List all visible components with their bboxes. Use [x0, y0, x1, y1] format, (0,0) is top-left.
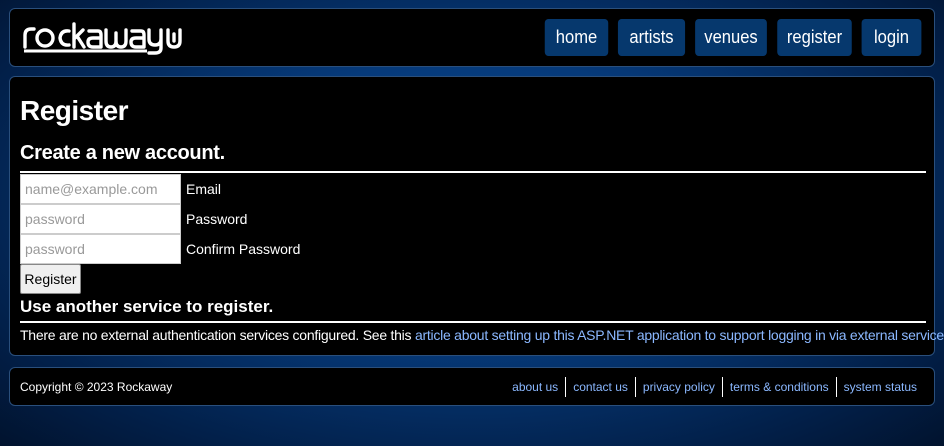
- footer-link-contact[interactable]: contact us: [565, 377, 635, 397]
- external-services-note: There are no external authentication ser…: [20, 327, 944, 343]
- footer-link-status[interactable]: system status: [835, 377, 924, 397]
- password-field[interactable]: [20, 204, 181, 234]
- external-services-article-link[interactable]: article about setting up this ASP.NET ap…: [415, 327, 944, 343]
- footer-link-terms[interactable]: terms & conditions: [721, 377, 836, 397]
- nav-register[interactable]: register: [777, 19, 852, 56]
- nav-login[interactable]: login: [861, 19, 922, 56]
- copyright: Copyright © 2023 Rockaway: [20, 380, 173, 394]
- register-button[interactable]: Register: [20, 264, 81, 294]
- footer-link-about[interactable]: about us: [505, 377, 565, 397]
- nav-artists[interactable]: artists: [617, 19, 686, 56]
- header: home artists venues register login: [9, 8, 935, 67]
- email-row: Email: [20, 174, 221, 204]
- rockaway-logo[interactable]: [22, 21, 186, 55]
- page-subtitle: Create a new account.: [20, 142, 225, 164]
- confirm-password-field[interactable]: [20, 234, 181, 264]
- footer-link-privacy[interactable]: privacy policy: [634, 377, 722, 397]
- divider: [20, 321, 926, 323]
- divider: [20, 171, 926, 173]
- email-label: Email: [186, 181, 222, 197]
- external-services-heading: Use another service to register.: [20, 297, 274, 316]
- password-label: Password: [186, 211, 248, 227]
- footer-links: about us contact us privacy policy terms…: [505, 377, 924, 397]
- password-row: Password: [20, 204, 247, 234]
- email-field[interactable]: [20, 174, 181, 204]
- confirm-password-row: Confirm Password: [20, 234, 300, 264]
- page-title: Register: [20, 95, 129, 126]
- confirm-password-label: Confirm Password: [186, 241, 301, 257]
- nav-venues[interactable]: venues: [695, 19, 767, 56]
- footer: Copyright © 2023 Rockaway about us conta…: [9, 367, 935, 406]
- external-note-text: There are no external authentication ser…: [20, 327, 415, 343]
- main-content: Register Create a new account. Email Pas…: [9, 76, 944, 356]
- nav-home[interactable]: home: [544, 19, 609, 56]
- main-nav: home artists venues register login: [542, 19, 924, 56]
